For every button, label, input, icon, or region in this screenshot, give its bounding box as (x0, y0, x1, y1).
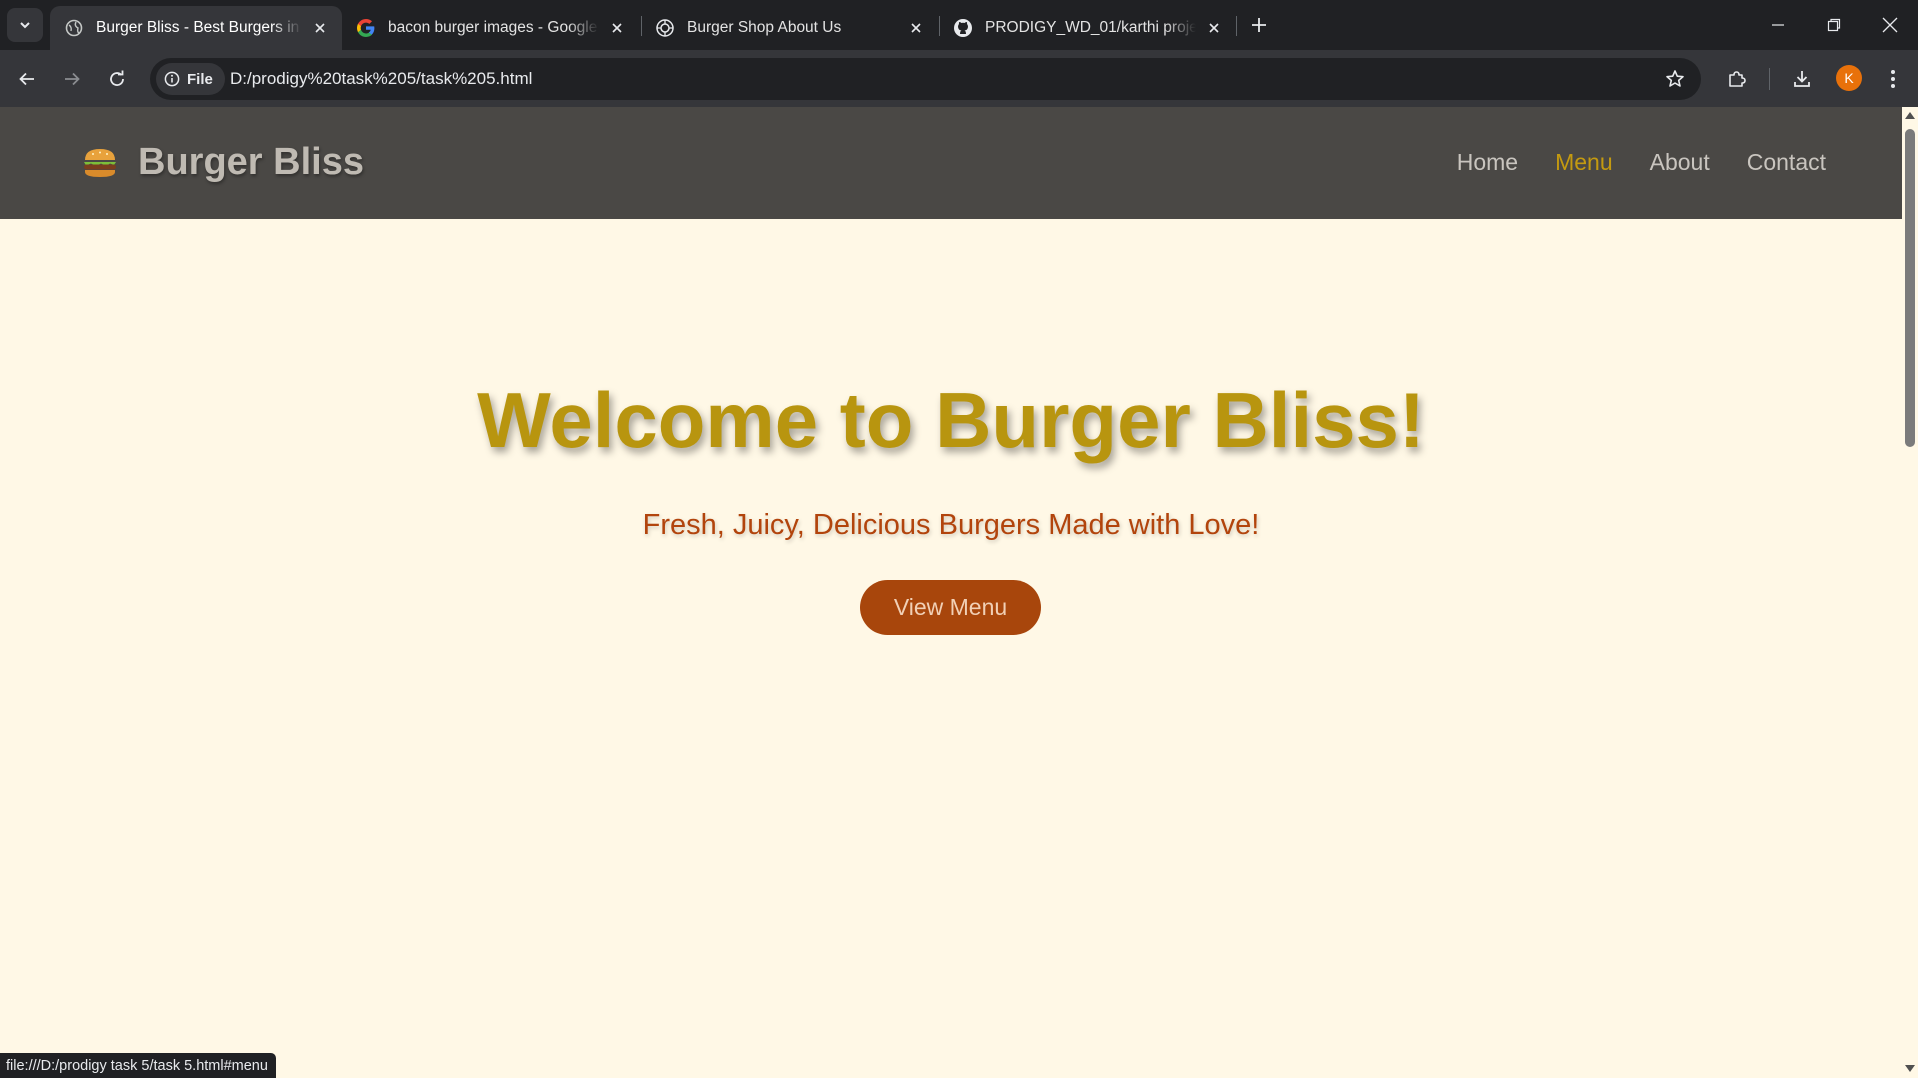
tab-google-search[interactable]: bacon burger images - Google Search (342, 6, 639, 50)
burger-icon (84, 148, 116, 177)
kebab-menu-icon (1891, 70, 1895, 88)
star-icon (1666, 70, 1684, 87)
scheme-label: File (187, 70, 213, 88)
tab-burger-bliss[interactable]: Burger Bliss - Best Burgers in Town (50, 6, 342, 50)
main-nav: Home Menu About Contact (1420, 149, 1826, 176)
scroll-up-arrow-icon[interactable] (1905, 112, 1915, 119)
nav-link-about[interactable]: About (1650, 149, 1710, 176)
google-icon (356, 18, 376, 38)
nav-link-home[interactable]: Home (1457, 149, 1518, 176)
profile-avatar[interactable]: K (1836, 65, 1862, 91)
close-icon (1882, 17, 1898, 33)
arrow-right-icon (65, 72, 80, 86)
arrow-left-icon (19, 72, 34, 86)
tab-about-us[interactable]: Burger Shop About Us (641, 6, 938, 50)
tab-title: Burger Bliss - Best Burgers in Town (96, 19, 302, 36)
site-header: Burger Bliss Home Menu About Contact (0, 107, 1902, 219)
browser-menu-button[interactable] (1877, 63, 1909, 95)
github-icon (953, 18, 973, 38)
site-logo[interactable]: Burger Bliss (82, 141, 364, 184)
address-bar[interactable]: File D:/prodigy%20task%205/task%205.html (150, 58, 1701, 100)
bookmark-button[interactable] (1663, 67, 1687, 91)
browser-tab-strip: Burger Bliss - Best Burgers in Town baco… (0, 0, 1918, 50)
scroll-down-arrow-icon[interactable] (1905, 1065, 1915, 1072)
tab-title: bacon burger images - Google Search (388, 19, 599, 36)
tab-title: PRODIGY_WD_01/karthi project (985, 19, 1196, 36)
info-icon (164, 71, 180, 87)
toolbar-separator (1769, 68, 1770, 90)
close-window-button[interactable] (1862, 0, 1918, 50)
site-title: Burger Bliss (138, 141, 364, 183)
close-icon[interactable] (1204, 18, 1224, 38)
site-info-chip[interactable]: File (156, 63, 225, 95)
tab-github[interactable]: PRODIGY_WD_01/karthi project (939, 6, 1236, 50)
restore-icon (1827, 18, 1841, 32)
close-icon[interactable] (310, 18, 330, 38)
tab-title: Burger Shop About Us (687, 19, 842, 36)
openai-icon (655, 18, 675, 38)
browser-toolbar: File D:/prodigy%20task%205/task%205.html… (0, 50, 1918, 107)
close-icon[interactable] (607, 18, 627, 38)
puzzle-icon (1729, 71, 1746, 87)
downloads-button[interactable] (1786, 63, 1818, 95)
globe-icon (64, 18, 84, 38)
plus-icon (1252, 18, 1266, 32)
link-status-bubble: file:///D:/prodigy task 5/task 5.html#me… (0, 1053, 276, 1078)
view-menu-button[interactable]: View Menu (860, 580, 1041, 635)
tab-search-button[interactable] (7, 8, 43, 42)
hero-subtitle: Fresh, Juicy, Delicious Burgers Made wit… (642, 509, 1260, 541)
reload-button[interactable] (101, 63, 133, 95)
chevron-down-icon (20, 22, 30, 29)
close-icon[interactable] (906, 18, 926, 38)
minimize-button[interactable] (1750, 0, 1806, 50)
scrollbar-thumb[interactable] (1905, 129, 1915, 447)
extensions-button[interactable] (1721, 63, 1753, 95)
nav-link-menu[interactable]: Menu (1555, 149, 1613, 176)
page-viewport: Burger Bliss Home Menu About Contact Wel… (0, 107, 1902, 1078)
url-text[interactable]: D:/prodigy%20task%205/task%205.html (230, 69, 532, 89)
tab-separator (1236, 16, 1237, 36)
restore-button[interactable] (1806, 0, 1862, 50)
minimize-icon (1772, 24, 1784, 26)
back-button[interactable] (11, 63, 43, 95)
reload-icon (110, 70, 124, 86)
page-scrollbar[interactable] (1902, 107, 1918, 1078)
hero-title: Welcome to Burger Bliss! (477, 376, 1425, 464)
new-tab-button[interactable] (1244, 10, 1274, 40)
nav-link-contact[interactable]: Contact (1747, 149, 1826, 176)
forward-button[interactable] (56, 63, 88, 95)
download-icon (1794, 71, 1810, 87)
